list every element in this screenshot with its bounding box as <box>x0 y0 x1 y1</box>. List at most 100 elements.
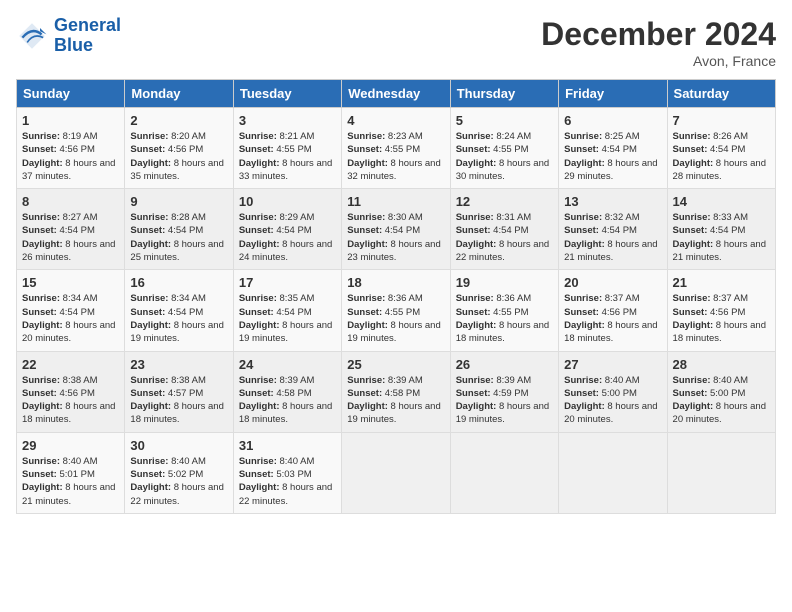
calendar-day-cell: 12 Sunrise: 8:31 AMSunset: 4:54 PMDayligh… <box>450 189 558 270</box>
calendar-day-cell: 21 Sunrise: 8:37 AMSunset: 4:56 PMDayligh… <box>667 270 775 351</box>
day-number: 11 <box>347 194 444 209</box>
day-number: 9 <box>130 194 227 209</box>
calendar-week-row: 15 Sunrise: 8:34 AMSunset: 4:54 PMDayligh… <box>17 270 776 351</box>
day-info: Sunrise: 8:36 AMSunset: 4:55 PMDaylight:… <box>347 292 444 345</box>
calendar-day-cell: 29 Sunrise: 8:40 AMSunset: 5:01 PMDayligh… <box>17 432 125 513</box>
day-info: Sunrise: 8:40 AMSunset: 5:00 PMDaylight:… <box>673 374 770 427</box>
calendar-day-cell <box>450 432 558 513</box>
calendar-day-cell: 16 Sunrise: 8:34 AMSunset: 4:54 PMDayligh… <box>125 270 233 351</box>
day-number: 16 <box>130 275 227 290</box>
calendar-day-cell: 8 Sunrise: 8:27 AMSunset: 4:54 PMDaylight… <box>17 189 125 270</box>
day-info: Sunrise: 8:30 AMSunset: 4:54 PMDaylight:… <box>347 211 444 264</box>
day-number: 13 <box>564 194 661 209</box>
calendar-day-cell: 20Sunrise: 8:37 AMSunset: 4:56 PMDayligh… <box>559 270 667 351</box>
calendar-day-cell: 9 Sunrise: 8:28 AMSunset: 4:54 PMDaylight… <box>125 189 233 270</box>
day-info: Sunrise: 8:40 AMSunset: 5:00 PMDaylight:… <box>564 374 661 427</box>
day-number: 12 <box>456 194 553 209</box>
logo-text: General Blue <box>54 16 121 56</box>
calendar-week-row: 8 Sunrise: 8:27 AMSunset: 4:54 PMDaylight… <box>17 189 776 270</box>
day-number: 27 <box>564 357 661 372</box>
day-info: Sunrise: 8:26 AMSunset: 4:54 PMDaylight:… <box>673 130 770 183</box>
calendar-day-cell: 18Sunrise: 8:36 AMSunset: 4:55 PMDayligh… <box>342 270 450 351</box>
month-title: December 2024 <box>541 16 776 53</box>
day-info: Sunrise: 8:37 AMSunset: 4:56 PMDaylight:… <box>673 292 770 345</box>
day-number: 24 <box>239 357 336 372</box>
weekday-header-saturday: Saturday <box>667 80 775 108</box>
day-number: 6 <box>564 113 661 128</box>
weekday-header-monday: Monday <box>125 80 233 108</box>
day-info: Sunrise: 8:40 AMSunset: 5:01 PMDaylight:… <box>22 455 119 508</box>
calendar-week-row: 1Sunrise: 8:19 AMSunset: 4:56 PMDaylight… <box>17 108 776 189</box>
calendar-day-cell: 30 Sunrise: 8:40 AMSunset: 5:02 PMDayligh… <box>125 432 233 513</box>
logo-line2: Blue <box>54 35 93 55</box>
day-number: 25 <box>347 357 444 372</box>
day-number: 4 <box>347 113 444 128</box>
day-info: Sunrise: 8:19 AMSunset: 4:56 PMDaylight:… <box>22 130 119 183</box>
day-info: Sunrise: 8:36 AMSunset: 4:55 PMDaylight:… <box>456 292 553 345</box>
calendar-day-cell: 24 Sunrise: 8:39 AMSunset: 4:58 PMDayligh… <box>233 351 341 432</box>
day-info: Sunrise: 8:25 AMSunset: 4:54 PMDaylight:… <box>564 130 661 183</box>
calendar-day-cell: 26 Sunrise: 8:39 AMSunset: 4:59 PMDayligh… <box>450 351 558 432</box>
day-number: 7 <box>673 113 770 128</box>
calendar-day-cell: 3 Sunrise: 8:21 AMSunset: 4:55 PMDaylight… <box>233 108 341 189</box>
day-info: Sunrise: 8:40 AMSunset: 5:03 PMDaylight:… <box>239 455 336 508</box>
calendar-day-cell: 22Sunrise: 8:38 AMSunset: 4:56 PMDayligh… <box>17 351 125 432</box>
day-number: 8 <box>22 194 119 209</box>
day-info: Sunrise: 8:34 AMSunset: 4:54 PMDaylight:… <box>130 292 227 345</box>
day-info: Sunrise: 8:32 AMSunset: 4:54 PMDaylight:… <box>564 211 661 264</box>
calendar-day-cell <box>559 432 667 513</box>
day-info: Sunrise: 8:39 AMSunset: 4:58 PMDaylight:… <box>347 374 444 427</box>
day-info: Sunrise: 8:31 AMSunset: 4:54 PMDaylight:… <box>456 211 553 264</box>
day-info: Sunrise: 8:39 AMSunset: 4:58 PMDaylight:… <box>239 374 336 427</box>
calendar-day-cell: 2Sunrise: 8:20 AMSunset: 4:56 PMDaylight… <box>125 108 233 189</box>
calendar-week-row: 22Sunrise: 8:38 AMSunset: 4:56 PMDayligh… <box>17 351 776 432</box>
day-info: Sunrise: 8:33 AMSunset: 4:54 PMDaylight:… <box>673 211 770 264</box>
day-number: 17 <box>239 275 336 290</box>
calendar-day-cell: 1Sunrise: 8:19 AMSunset: 4:56 PMDaylight… <box>17 108 125 189</box>
day-info: Sunrise: 8:28 AMSunset: 4:54 PMDaylight:… <box>130 211 227 264</box>
day-number: 22 <box>22 357 119 372</box>
weekday-header-sunday: Sunday <box>17 80 125 108</box>
day-number: 10 <box>239 194 336 209</box>
day-number: 14 <box>673 194 770 209</box>
calendar-day-cell <box>342 432 450 513</box>
day-number: 29 <box>22 438 119 453</box>
calendar-day-cell: 11 Sunrise: 8:30 AMSunset: 4:54 PMDayligh… <box>342 189 450 270</box>
calendar-week-row: 29 Sunrise: 8:40 AMSunset: 5:01 PMDayligh… <box>17 432 776 513</box>
day-number: 20 <box>564 275 661 290</box>
calendar-day-cell: 23Sunrise: 8:38 AMSunset: 4:57 PMDayligh… <box>125 351 233 432</box>
calendar-day-cell: 17Sunrise: 8:35 AMSunset: 4:54 PMDayligh… <box>233 270 341 351</box>
day-info: Sunrise: 8:40 AMSunset: 5:02 PMDaylight:… <box>130 455 227 508</box>
day-number: 19 <box>456 275 553 290</box>
logo-line1: General <box>54 15 121 35</box>
calendar-day-cell: 5Sunrise: 8:24 AMSunset: 4:55 PMDaylight… <box>450 108 558 189</box>
weekday-header-wednesday: Wednesday <box>342 80 450 108</box>
calendar-day-cell <box>667 432 775 513</box>
calendar-day-cell: 28Sunrise: 8:40 AMSunset: 5:00 PMDayligh… <box>667 351 775 432</box>
day-info: Sunrise: 8:27 AMSunset: 4:54 PMDaylight:… <box>22 211 119 264</box>
day-number: 15 <box>22 275 119 290</box>
calendar-day-cell: 31Sunrise: 8:40 AMSunset: 5:03 PMDayligh… <box>233 432 341 513</box>
title-block: December 2024 Avon, France <box>541 16 776 69</box>
calendar-day-cell: 7 Sunrise: 8:26 AMSunset: 4:54 PMDaylight… <box>667 108 775 189</box>
calendar-table: SundayMondayTuesdayWednesdayThursdayFrid… <box>16 79 776 514</box>
day-number: 26 <box>456 357 553 372</box>
weekday-header-thursday: Thursday <box>450 80 558 108</box>
day-number: 23 <box>130 357 227 372</box>
day-number: 2 <box>130 113 227 128</box>
page-header: General Blue December 2024 Avon, France <box>16 16 776 69</box>
day-number: 21 <box>673 275 770 290</box>
day-info: Sunrise: 8:23 AMSunset: 4:55 PMDaylight:… <box>347 130 444 183</box>
weekday-header-friday: Friday <box>559 80 667 108</box>
calendar-day-cell: 19 Sunrise: 8:36 AMSunset: 4:55 PMDayligh… <box>450 270 558 351</box>
day-number: 30 <box>130 438 227 453</box>
calendar-day-cell: 27 Sunrise: 8:40 AMSunset: 5:00 PMDayligh… <box>559 351 667 432</box>
calendar-day-cell: 25 Sunrise: 8:39 AMSunset: 4:58 PMDayligh… <box>342 351 450 432</box>
day-info: Sunrise: 8:34 AMSunset: 4:54 PMDaylight:… <box>22 292 119 345</box>
day-info: Sunrise: 8:21 AMSunset: 4:55 PMDaylight:… <box>239 130 336 183</box>
day-info: Sunrise: 8:39 AMSunset: 4:59 PMDaylight:… <box>456 374 553 427</box>
calendar-day-cell: 4 Sunrise: 8:23 AMSunset: 4:55 PMDaylight… <box>342 108 450 189</box>
day-number: 3 <box>239 113 336 128</box>
calendar-day-cell: 13 Sunrise: 8:32 AMSunset: 4:54 PMDayligh… <box>559 189 667 270</box>
day-info: Sunrise: 8:29 AMSunset: 4:54 PMDaylight:… <box>239 211 336 264</box>
